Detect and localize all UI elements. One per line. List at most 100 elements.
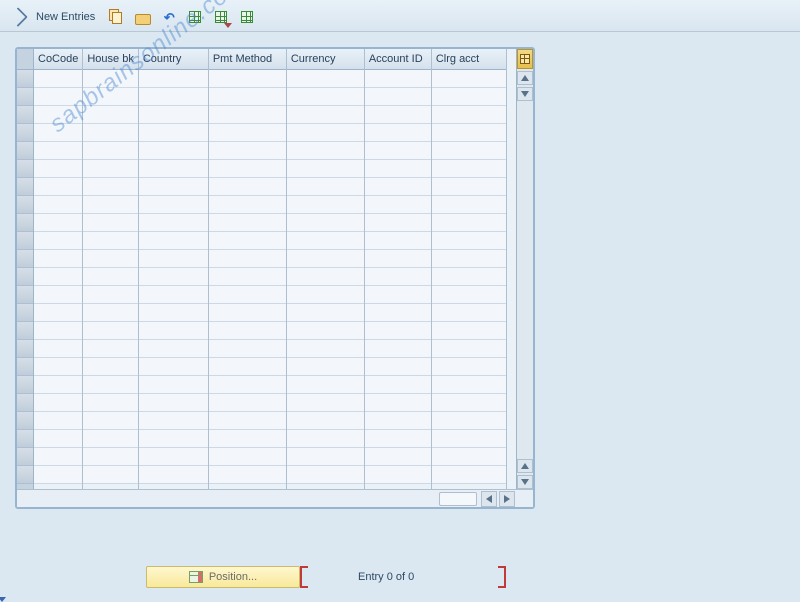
cell[interactable] [287,232,364,250]
row-selector[interactable] [17,430,33,448]
cell[interactable] [139,376,208,394]
scroll-right-button[interactable] [499,491,515,507]
cell[interactable] [432,142,506,160]
cell[interactable] [139,466,208,484]
cell[interactable] [287,70,364,88]
cell[interactable] [365,340,431,358]
cell[interactable] [365,124,431,142]
row-selector[interactable] [17,394,33,412]
cell[interactable] [365,178,431,196]
col-header[interactable]: Account ID [365,49,431,70]
cell[interactable] [365,268,431,286]
cell[interactable] [34,178,82,196]
cell[interactable] [34,214,82,232]
cell[interactable] [287,322,364,340]
cell[interactable] [432,214,506,232]
cell[interactable] [83,160,137,178]
cell[interactable] [287,178,364,196]
cell[interactable] [83,196,137,214]
cell[interactable] [287,358,364,376]
cell[interactable] [83,232,137,250]
cell[interactable] [83,286,137,304]
cell[interactable] [34,412,82,430]
cell[interactable] [365,358,431,376]
cell[interactable] [209,178,286,196]
cell[interactable] [287,394,364,412]
cell[interactable] [287,412,364,430]
cell[interactable] [432,322,506,340]
position-button[interactable]: Position... [146,566,300,588]
cell[interactable] [432,394,506,412]
cell[interactable] [139,142,208,160]
cell[interactable] [83,304,137,322]
cell[interactable] [83,394,137,412]
cell[interactable] [287,376,364,394]
cell[interactable] [209,376,286,394]
cell[interactable] [365,412,431,430]
copy-as-button[interactable] [107,7,127,27]
row-selector[interactable] [17,70,33,88]
cell[interactable] [365,196,431,214]
cell[interactable] [432,430,506,448]
cell[interactable] [209,430,286,448]
cell[interactable] [432,286,506,304]
cell[interactable] [34,268,82,286]
row-selector[interactable] [17,124,33,142]
cell[interactable] [209,142,286,160]
cell[interactable] [209,394,286,412]
cell[interactable] [209,88,286,106]
row-selector[interactable] [17,88,33,106]
cell[interactable] [34,304,82,322]
cell[interactable] [139,160,208,178]
horizontal-scrollbar[interactable] [17,489,533,507]
cell[interactable] [287,250,364,268]
cell[interactable] [432,124,506,142]
cell[interactable] [34,232,82,250]
cell[interactable] [209,268,286,286]
cell[interactable] [209,232,286,250]
cell[interactable] [83,268,137,286]
row-selector[interactable] [17,178,33,196]
cell[interactable] [432,448,506,466]
cell[interactable] [209,196,286,214]
cell[interactable] [365,88,431,106]
cell[interactable] [287,106,364,124]
cell[interactable] [83,430,137,448]
cell[interactable] [83,322,137,340]
cell[interactable] [432,412,506,430]
new-entries-button[interactable]: New Entries [34,11,101,23]
deselect-all-button[interactable] [237,7,257,27]
row-selector[interactable] [17,448,33,466]
cell[interactable] [365,448,431,466]
cell[interactable] [209,304,286,322]
col-header[interactable]: CoCode [34,49,82,70]
cell[interactable] [139,286,208,304]
row-selector[interactable] [17,196,33,214]
cell[interactable] [432,232,506,250]
cell[interactable] [432,160,506,178]
cell[interactable] [287,304,364,322]
cell[interactable] [432,466,506,484]
cell[interactable] [34,88,82,106]
cell[interactable] [287,124,364,142]
cell[interactable] [287,430,364,448]
cell[interactable] [34,106,82,124]
undo-button[interactable]: ↶ [159,7,179,27]
cell[interactable] [365,214,431,232]
col-header[interactable]: Clrg acct [432,49,506,70]
row-selector[interactable] [17,160,33,178]
cell[interactable] [83,214,137,232]
cell[interactable] [34,358,82,376]
scroll-last-button[interactable] [517,475,533,489]
cell[interactable] [287,268,364,286]
cell[interactable] [365,304,431,322]
cell[interactable] [365,430,431,448]
cell[interactable] [432,106,506,124]
col-header[interactable]: House bk [83,49,137,70]
cell[interactable] [432,70,506,88]
open-folder-button[interactable] [133,7,153,27]
cell[interactable] [139,124,208,142]
cell[interactable] [139,448,208,466]
cell[interactable] [34,466,82,484]
cell[interactable] [209,106,286,124]
